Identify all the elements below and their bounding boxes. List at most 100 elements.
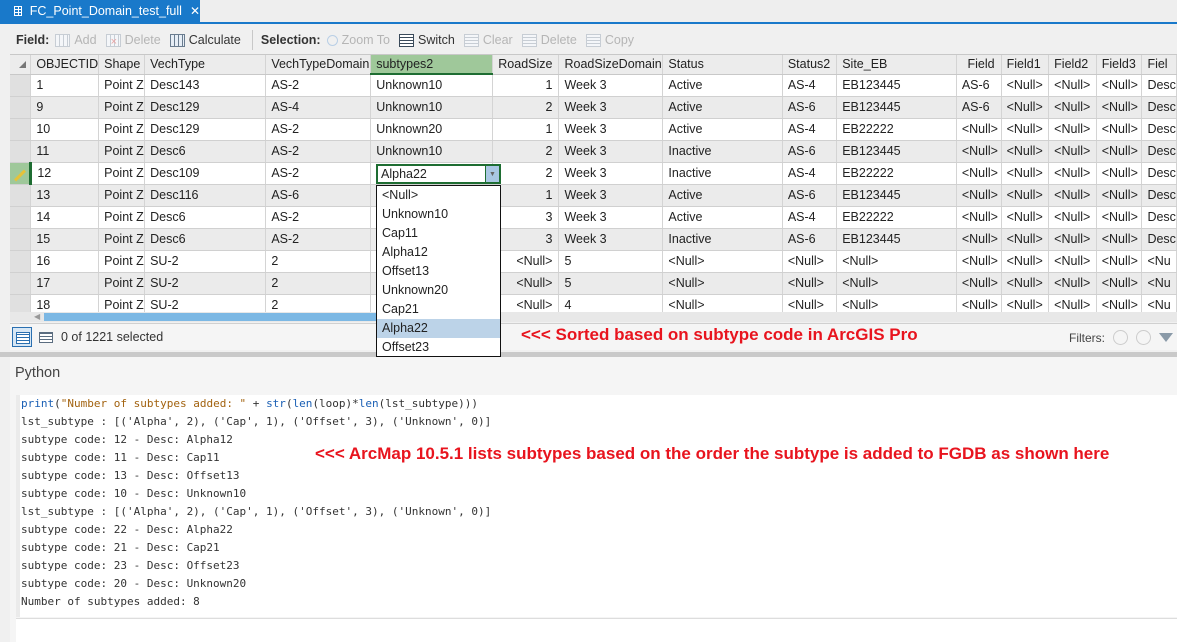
table-cell[interactable]: Point Z xyxy=(98,96,146,119)
table-cell[interactable]: EB22222 xyxy=(836,162,957,185)
table-cell[interactable]: <Null> xyxy=(492,250,560,273)
table-cell[interactable]: 13 xyxy=(30,184,100,207)
copy-button[interactable]: Copy xyxy=(585,33,634,47)
table-cell[interactable]: Desc6 xyxy=(144,140,267,163)
table-cell[interactable]: EB123445 xyxy=(836,228,957,251)
table-cell[interactable]: AS-4 xyxy=(782,206,838,229)
table-cell[interactable]: <Null> xyxy=(956,228,1002,251)
table-cell[interactable]: <Null> xyxy=(956,140,1002,163)
table-cell[interactable]: <Null> xyxy=(662,250,783,273)
table-cell[interactable]: Point Z xyxy=(98,184,146,207)
table-row[interactable]: 17 Point Z SU-2 2 <Null> 5 <Null> <Null> <Null> <… xyxy=(10,272,1177,295)
dropdown-option[interactable]: Alpha12 xyxy=(377,243,500,262)
table-cell[interactable]: <Null> xyxy=(1048,250,1097,273)
table-cell[interactable]: 2 xyxy=(492,162,560,185)
table-cell[interactable]: AS-2 xyxy=(265,74,372,97)
table-cell[interactable]: Active xyxy=(662,206,783,229)
table-cell[interactable]: AS-2 xyxy=(265,228,372,251)
table-cell[interactable]: Point Z xyxy=(98,74,146,97)
column-header[interactable]: RoadSizeDomain xyxy=(558,55,664,75)
table-row[interactable]: 10 Point Z Desc129 AS-2 Unknown20 1 Week 3 Acti… xyxy=(10,118,1177,141)
table-cell[interactable]: Desc6 xyxy=(144,228,267,251)
table-cell[interactable]: <Null> xyxy=(1096,272,1143,295)
close-icon[interactable]: ✕ xyxy=(190,4,200,18)
table-cell[interactable]: <Null> xyxy=(1048,272,1097,295)
table-cell[interactable]: 3 xyxy=(492,228,560,251)
table-cell[interactable]: Point Z xyxy=(98,206,146,229)
table-cell[interactable]: <Null> xyxy=(1001,228,1050,251)
table-row[interactable]: 12Point ZDesc109AS-2 Alpha22 2Week 3Inacti… xyxy=(10,162,1177,185)
calculate-field-button[interactable]: Calculate xyxy=(169,33,241,47)
table-cell[interactable]: EB123445 xyxy=(836,96,957,119)
delete-field-button[interactable]: Delete xyxy=(105,33,161,47)
table-cell[interactable]: Unknown10 xyxy=(370,74,494,97)
table-cell[interactable]: Unknown10 xyxy=(370,96,494,119)
table-cell[interactable]: 17 xyxy=(30,272,100,295)
table-cell[interactable]: EB123445 xyxy=(836,140,957,163)
table-cell[interactable]: 1 xyxy=(492,184,560,207)
row-selector[interactable] xyxy=(10,250,32,273)
table-row[interactable]: 16 Point Z SU-2 2 <Null> 5 <Null> <Null> <Null> <… xyxy=(10,250,1177,273)
table-cell[interactable]: Unknown20 xyxy=(370,118,494,141)
chevron-down-icon[interactable]: ▼ xyxy=(485,166,499,182)
table-cell[interactable]: <Null> xyxy=(1048,74,1097,97)
table-cell[interactable]: Desc xyxy=(1141,118,1177,141)
table-cell[interactable]: <Null> xyxy=(782,272,838,295)
table-cell[interactable]: Point Z xyxy=(98,162,146,185)
scrollbar-thumb[interactable] xyxy=(44,313,386,321)
table-cell[interactable]: AS-6 xyxy=(782,184,838,207)
switch-selection-button[interactable]: Switch xyxy=(399,33,455,47)
all-records-view-icon[interactable] xyxy=(12,327,32,347)
table-cell[interactable]: <Null> xyxy=(1048,206,1097,229)
column-header[interactable]: RoadSize xyxy=(492,55,560,75)
table-cell[interactable]: SU-2 xyxy=(144,272,267,295)
column-header[interactable]: Status xyxy=(662,55,783,75)
column-header[interactable]: Shape xyxy=(98,55,146,75)
table-cell[interactable]: <Nu xyxy=(1141,272,1177,295)
table-cell[interactable]: 1 xyxy=(492,74,560,97)
scroll-left-icon[interactable]: ◀ xyxy=(34,312,40,321)
table-cell[interactable]: <Null> xyxy=(956,272,1002,295)
table-cell[interactable]: <Null> xyxy=(1048,118,1097,141)
table-cell[interactable]: AS-6 xyxy=(782,140,838,163)
table-cell[interactable]: Week 3 xyxy=(558,74,664,97)
table-cell[interactable]: AS-4 xyxy=(265,96,372,119)
table-cell[interactable]: <Null> xyxy=(956,162,1002,185)
table-cell[interactable]: <Null> xyxy=(1048,140,1097,163)
table-cell[interactable]: <Null> xyxy=(1001,250,1050,273)
table-cell[interactable]: AS-2 xyxy=(265,118,372,141)
table-cell[interactable]: 12 xyxy=(30,162,100,185)
row-selector[interactable] xyxy=(10,206,32,229)
dropdown-option[interactable]: <Null> xyxy=(377,186,500,205)
column-header[interactable]: Site_EB xyxy=(836,55,957,75)
dropdown-option[interactable]: Cap21 xyxy=(377,300,500,319)
zoom-to-button[interactable]: Zoom To xyxy=(326,33,390,47)
column-header[interactable]: VechTypeDomain xyxy=(265,55,372,75)
table-cell[interactable]: Active xyxy=(662,118,783,141)
table-cell[interactable]: AS-6 xyxy=(265,184,372,207)
table-cell[interactable]: AS-6 xyxy=(782,96,838,119)
table-cell[interactable]: <Null> xyxy=(1096,74,1143,97)
table-cell[interactable]: Point Z xyxy=(98,228,146,251)
row-selector[interactable] xyxy=(10,118,32,141)
row-selector[interactable] xyxy=(10,74,32,97)
table-cell[interactable]: Active xyxy=(662,184,783,207)
selected-records-view-icon[interactable] xyxy=(39,331,53,343)
table-cell[interactable]: Active xyxy=(662,96,783,119)
table-cell[interactable]: <Null> xyxy=(492,272,560,295)
table-cell[interactable]: Desc xyxy=(1141,96,1177,119)
table-cell[interactable]: <Null> xyxy=(1096,184,1143,207)
table-cell[interactable]: Week 3 xyxy=(558,228,664,251)
table-cell[interactable]: 5 xyxy=(558,272,664,295)
table-cell[interactable]: Inactive xyxy=(662,162,783,185)
column-header[interactable]: Status2 xyxy=(782,55,838,75)
table-cell[interactable]: <Null> xyxy=(1001,272,1050,295)
column-header[interactable]: OBJECTID xyxy=(30,55,100,75)
row-selector[interactable] xyxy=(10,162,33,185)
table-cell[interactable]: Desc xyxy=(1141,162,1177,185)
column-header[interactable]: Field xyxy=(956,55,1002,75)
table-cell[interactable]: AS-4 xyxy=(782,162,838,185)
table-cell[interactable]: Active xyxy=(662,74,783,97)
table-cell[interactable]: Point Z xyxy=(98,250,146,273)
table-cell[interactable]: Desc xyxy=(1141,184,1177,207)
